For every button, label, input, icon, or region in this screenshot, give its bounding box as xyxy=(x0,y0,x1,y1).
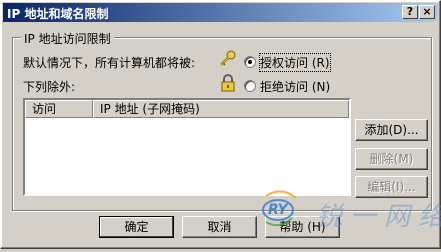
group-label: IP 地址访问限制 xyxy=(21,30,114,47)
deny-access-label[interactable]: 拒绝访问 (N) xyxy=(260,78,330,95)
ip-domain-restrictions-dialog: IP 地址和域名限制 ? × IP 地址访问限制 默认情况下，所有计算机都将被:… xyxy=(0,0,441,249)
deny-access-radio[interactable] xyxy=(244,80,256,92)
padlock-icon xyxy=(221,74,235,92)
remove-button[interactable]: 删除(M) xyxy=(355,148,428,170)
exceptions-list[interactable]: 访问 IP 地址 (子网掩码) xyxy=(23,98,351,196)
key-icon xyxy=(220,50,236,66)
help-button[interactable]: 帮助 (H) xyxy=(265,216,340,238)
cancel-button[interactable]: 取消 xyxy=(182,216,257,238)
grant-access-label[interactable]: 授权访问 (R) xyxy=(259,53,331,72)
ok-button[interactable]: 确定 xyxy=(99,216,174,238)
window-title: IP 地址和域名限制 xyxy=(7,7,109,21)
close-button[interactable]: × xyxy=(419,5,435,19)
help-title-button[interactable]: ? xyxy=(402,5,418,19)
default-text: 默认情况下，所有计算机都将被: xyxy=(23,56,196,70)
grant-access-radio[interactable] xyxy=(244,56,256,68)
column-header-ip-address[interactable]: IP 地址 (子网掩码) xyxy=(93,100,349,118)
title-bar[interactable]: IP 地址和域名限制 ? × xyxy=(3,3,438,22)
edit-button[interactable]: 编辑(I)... xyxy=(355,176,428,198)
add-button[interactable]: 添加(D)... xyxy=(355,119,428,141)
exceptions-text: 下列除外: xyxy=(23,80,76,94)
column-header-access[interactable]: 访问 xyxy=(25,100,93,118)
